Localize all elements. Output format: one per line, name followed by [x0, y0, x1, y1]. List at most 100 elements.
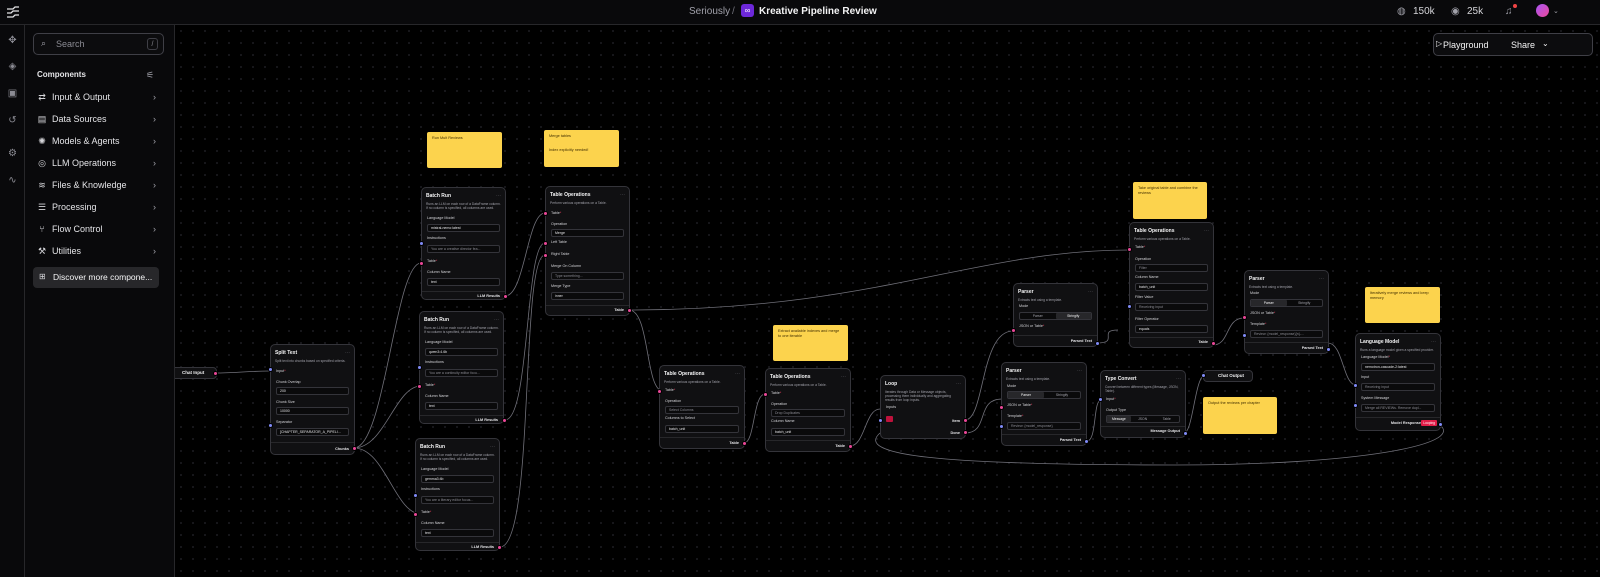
loop-done-handle[interactable] — [963, 430, 968, 435]
search-input[interactable]: Search — [56, 39, 85, 49]
flow-name[interactable]: Kreative Pipeline Review — [759, 5, 877, 19]
chunk-size-input[interactable]: 10000 — [276, 407, 349, 415]
mode-stringify[interactable]: Stringify — [1044, 392, 1080, 398]
node-menu-icon[interactable]: ⋯ — [841, 373, 846, 382]
sticky-note-iterative-merge[interactable]: Iteratively merge reviews and keep memor… — [1365, 287, 1440, 323]
input-handle[interactable] — [268, 423, 273, 428]
output-type-table[interactable]: Table — [1155, 416, 1179, 422]
operation-select[interactable]: Drop Duplicates — [771, 409, 845, 417]
category-data-sources[interactable]: ▤ Data Sources › — [33, 110, 160, 130]
filter-value-input[interactable]: Receiving input — [1135, 303, 1208, 311]
avatar[interactable] — [1536, 4, 1549, 17]
node-menu-icon[interactable]: ⋯ — [956, 380, 961, 389]
loop-node[interactable]: Loop ⋯ Iterates through Data or Message o… — [880, 375, 966, 439]
model-select[interactable]: gemma3:4b — [421, 475, 494, 483]
template-input[interactable]: Review: {model_response} — [1007, 422, 1081, 430]
search-box[interactable]: ⌕ Search / — [33, 33, 164, 55]
language-model-node[interactable]: Language Model ⋯ Runs a language model gi… — [1355, 333, 1441, 431]
node-menu-icon[interactable]: ⋯ — [1176, 375, 1181, 384]
chunk-overlap-input[interactable]: 200 — [276, 387, 349, 395]
input-handle[interactable] — [1242, 315, 1247, 320]
output-type-toggle[interactable]: Message JSON Table — [1106, 415, 1180, 423]
model-select[interactable]: qwen3:4.6b — [425, 348, 498, 356]
input-handle[interactable] — [1011, 328, 1016, 333]
discover-more-button[interactable]: ⊞ Discover more compone... — [33, 267, 159, 288]
bell-icon[interactable]: ♫ — [1505, 5, 1513, 19]
model-select[interactable]: mistral-nemo:latest — [427, 224, 500, 232]
instructions-input[interactable]: You are a continuity editor focu... — [425, 369, 498, 377]
type-convert-node[interactable]: Type Convert ⋯ Convert between different … — [1100, 370, 1186, 438]
components-icon[interactable]: ✥ — [6, 34, 19, 47]
operation-select[interactable]: Filter — [1135, 264, 1208, 272]
input-handle[interactable] — [1353, 383, 1358, 388]
template-input[interactable]: Review: {model_response}{n}-... — [1250, 330, 1323, 338]
filter-operator-select[interactable]: equals — [1135, 325, 1208, 333]
node-menu-icon[interactable]: ⋯ — [496, 192, 501, 201]
node-menu-icon[interactable]: ⋯ — [1088, 288, 1093, 297]
parser-node-2[interactable]: Parser ⋯ Extracts text using a template. … — [1013, 283, 1098, 347]
column-name-input[interactable]: text — [421, 529, 494, 537]
output-handle[interactable] — [352, 446, 357, 451]
mode-parser[interactable]: Parser — [1008, 392, 1044, 398]
columns-input[interactable]: batch_unit — [665, 425, 739, 433]
input-handle[interactable] — [1127, 304, 1132, 309]
output-handle[interactable] — [1095, 341, 1100, 346]
node-menu-icon[interactable]: ⋯ — [1319, 275, 1324, 284]
system-message-input[interactable]: Merge all REVIEWs. Remove dupl... — [1361, 404, 1435, 412]
share-button[interactable]: Share — [1511, 40, 1535, 50]
output-handle[interactable] — [502, 418, 507, 423]
separator-input[interactable]: [CHAPTER_SEPARATOR_A_PIPELI... — [276, 428, 349, 436]
input-handle[interactable] — [763, 392, 768, 397]
category-files-knowledge[interactable]: ≋ Files & Knowledge › — [33, 176, 160, 196]
output-handle[interactable] — [848, 444, 853, 449]
input-handle[interactable] — [1201, 373, 1206, 378]
node-menu-icon[interactable]: ⋯ — [1077, 367, 1082, 376]
sticky-note-output-reviews[interactable]: Output the reviews per chapter — [1203, 397, 1277, 434]
history-icon[interactable]: ↺ — [6, 114, 19, 127]
node-menu-icon[interactable]: ⋯ — [490, 443, 495, 452]
category-input-output[interactable]: ⇄ Input & Output › — [33, 88, 160, 108]
output-handle[interactable] — [1326, 347, 1331, 352]
node-menu-icon[interactable]: ⋯ — [494, 316, 499, 325]
output-handle[interactable] — [1438, 422, 1443, 427]
category-processing[interactable]: ☰ Processing › — [33, 198, 160, 218]
mode-toggle[interactable]: Parser Stringify — [1007, 391, 1081, 399]
output-handle[interactable] — [503, 294, 508, 299]
output-handle[interactable] — [1183, 431, 1188, 436]
input-handle[interactable] — [419, 261, 424, 266]
input-handle[interactable] — [417, 365, 422, 370]
chat-input-output-handle[interactable] — [213, 371, 218, 376]
breadcrumb-folder[interactable]: Seriously — [689, 5, 730, 19]
mode-parser[interactable]: Parser — [1251, 300, 1287, 306]
sticky-note-extract-indexes[interactable]: Extract available indexes and merge to o… — [773, 325, 848, 361]
table-operations-merge-node[interactable]: Table Operations ⋯ Perform various operat… — [545, 186, 630, 316]
column-name-input[interactable]: text — [427, 278, 500, 286]
playground-button[interactable]: Playground — [1443, 40, 1489, 50]
batch-run-node-1[interactable]: Batch Run ⋯ Runs an LLM on each row of a … — [421, 187, 506, 300]
column-name-input[interactable]: batch_unit — [771, 428, 845, 436]
node-menu-icon[interactable]: ⋯ — [1204, 227, 1209, 236]
input-handle[interactable] — [1127, 247, 1132, 252]
sticky-note-original-table[interactable]: Take original table and combine the revi… — [1133, 182, 1207, 219]
chevron-down-icon[interactable]: ⌄ — [1553, 5, 1559, 19]
batch-run-node-2[interactable]: Batch Run ⋯ Runs an LLM on each row of a … — [419, 311, 504, 424]
input-handle[interactable] — [543, 211, 548, 216]
flow-canvas[interactable]: Chat Input Split Text ⋯ Split text into c… — [175, 25, 1600, 577]
chevron-down-icon[interactable]: ⌄ — [1542, 39, 1549, 48]
merge-on-input[interactable]: Type something... — [551, 272, 624, 280]
mode-toggle[interactable]: Parser Stringify — [1019, 312, 1092, 320]
input-handle[interactable] — [543, 241, 548, 246]
sticky-note-merge-tables[interactable]: Merge tables Index explicitly needed! — [544, 130, 619, 167]
category-models-agents[interactable]: ✺ Models & Agents › — [33, 132, 160, 152]
discord-members[interactable]: 25k — [1467, 5, 1483, 19]
operation-select[interactable]: Merge — [551, 229, 624, 237]
batch-run-node-3[interactable]: Batch Run ⋯ Runs an LLM on each row of a … — [415, 438, 500, 551]
mode-stringify[interactable]: Stringify — [1055, 313, 1091, 319]
split-text-node[interactable]: Split Text ⋯ Split text into chunks based… — [270, 344, 355, 455]
table-operations-select-node[interactable]: Table Operations ⋯ Perform various operat… — [659, 365, 745, 449]
mode-stringify[interactable]: Stringify — [1287, 300, 1323, 306]
input-handle[interactable] — [417, 384, 422, 389]
chat-input-node[interactable]: Chat Input — [175, 367, 217, 379]
output-handle[interactable] — [627, 308, 632, 313]
output-handle[interactable] — [1084, 439, 1089, 444]
